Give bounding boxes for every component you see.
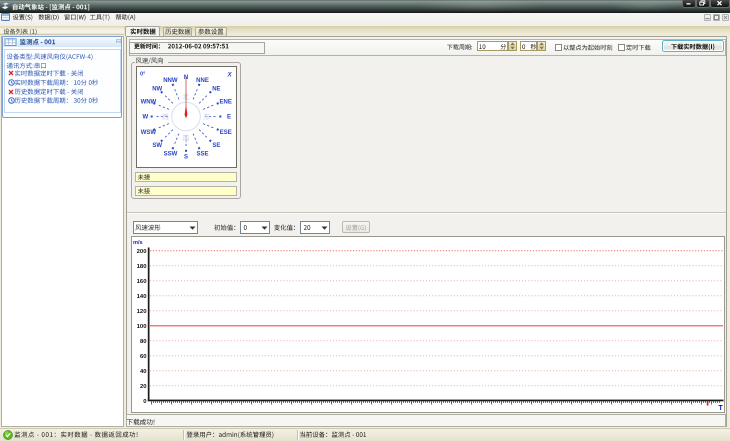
svg-text:20: 20	[140, 384, 147, 390]
svg-text:180: 180	[137, 264, 148, 270]
svg-text:120: 120	[137, 309, 148, 315]
svg-text:160: 160	[137, 279, 148, 285]
svg-text:100: 100	[137, 324, 148, 330]
svg-text:60: 60	[140, 354, 147, 360]
svg-text:200: 200	[137, 249, 148, 255]
svg-text:140: 140	[137, 294, 148, 300]
svg-text:m/s: m/s	[133, 240, 143, 246]
svg-text:40: 40	[140, 369, 147, 375]
svg-text:80: 80	[140, 339, 147, 345]
svg-text:0: 0	[143, 399, 147, 405]
svg-text:T: T	[719, 405, 724, 412]
